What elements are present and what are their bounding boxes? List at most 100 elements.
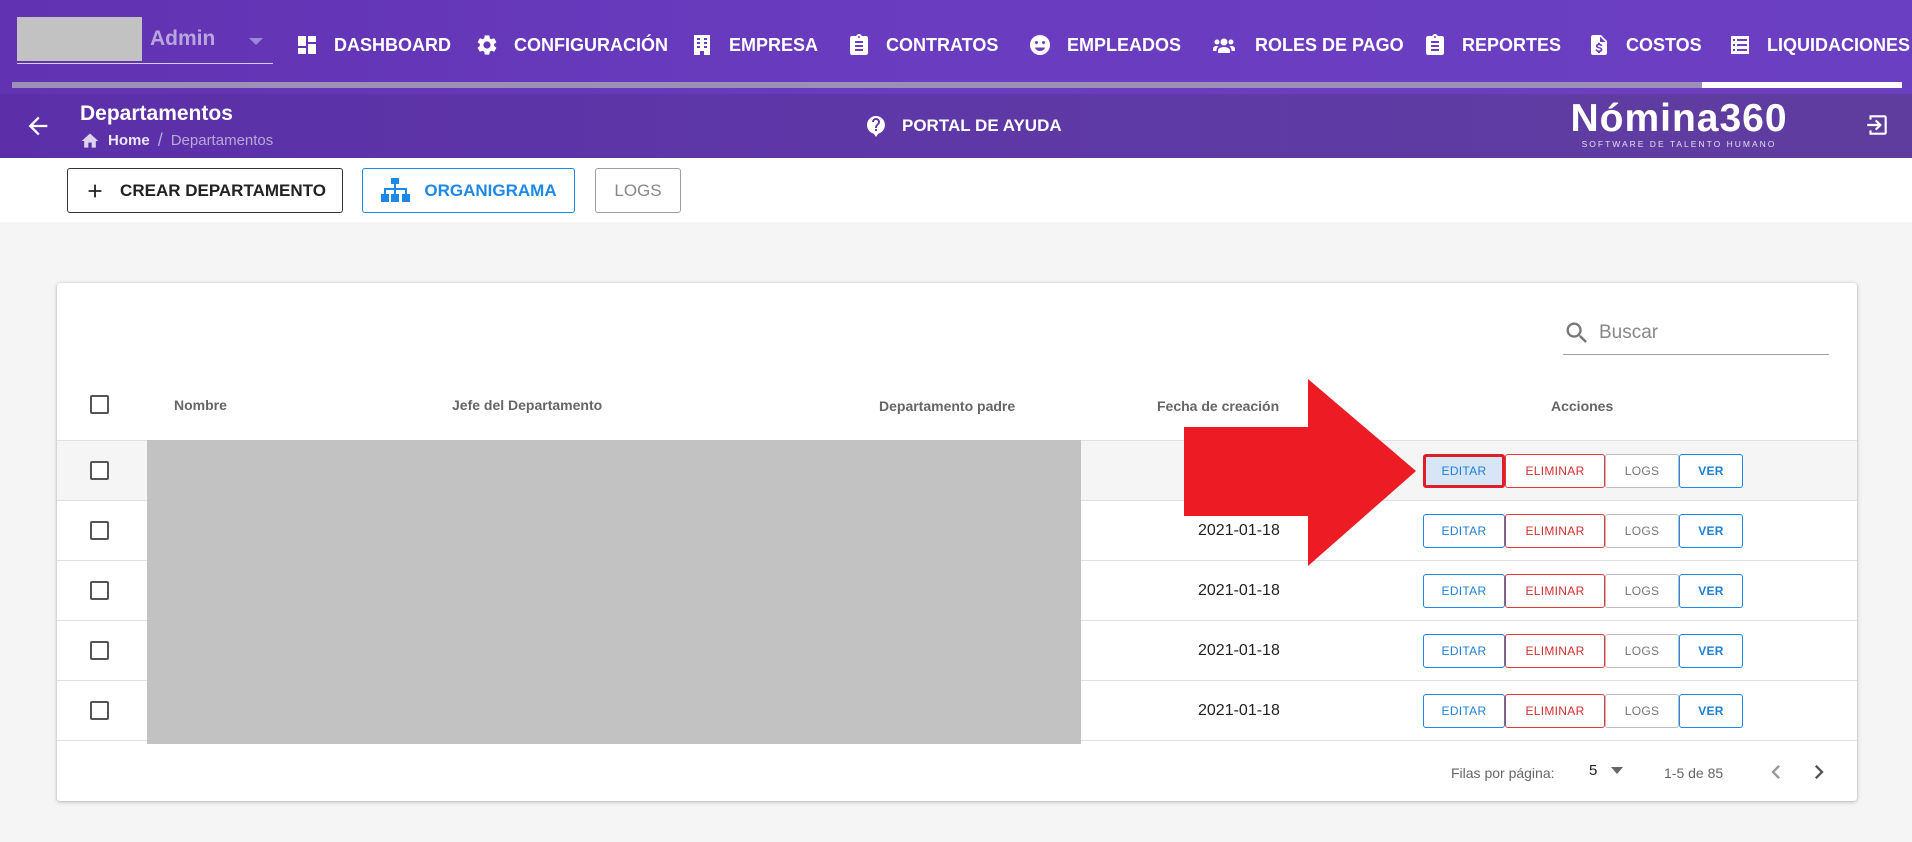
create-department-button[interactable]: CREAR DEPARTAMENTO bbox=[67, 168, 343, 213]
delete-button[interactable]: ELIMINAR bbox=[1505, 574, 1605, 608]
delete-button[interactable]: ELIMINAR bbox=[1505, 694, 1605, 728]
annotation-arrow-icon bbox=[1184, 379, 1416, 566]
chevron-down-icon bbox=[249, 38, 263, 45]
logs-button[interactable]: LOGS bbox=[1605, 574, 1679, 608]
nav-item-label: REPORTES bbox=[1462, 34, 1562, 55]
nav-item-label: CONTRATOS bbox=[886, 34, 999, 55]
view-button[interactable]: VER bbox=[1679, 454, 1743, 488]
delete-button[interactable]: ELIMINAR bbox=[1505, 514, 1605, 548]
progress-bar bbox=[12, 82, 1902, 88]
search-box bbox=[1563, 311, 1829, 355]
logs-button[interactable]: LOGS bbox=[1605, 634, 1679, 668]
edit-button[interactable]: EDITAR bbox=[1423, 514, 1505, 548]
nav-item-liquidaciones[interactable]: LIQUIDACIONES bbox=[1728, 26, 1910, 64]
delete-button[interactable]: ELIMINAR bbox=[1505, 634, 1605, 668]
next-page-button[interactable] bbox=[1805, 758, 1833, 786]
help-bubble-icon bbox=[867, 116, 885, 137]
create-department-label: CREAR DEPARTAMENTO bbox=[120, 180, 326, 200]
invoice-dollar-icon bbox=[1591, 35, 1607, 55]
pagination-range: 1-5 de 85 bbox=[1664, 765, 1724, 781]
nav-item-contratos[interactable]: CONTRATOS bbox=[847, 26, 998, 64]
page-header: Departamentos Home / Departamentos PORTA… bbox=[0, 94, 1912, 158]
nav-item-roles-de-pago[interactable]: ROLES DE PAGO bbox=[1208, 26, 1404, 64]
plus-icon bbox=[88, 184, 102, 197]
created-date: 2021-01-18 bbox=[1198, 702, 1280, 719]
view-button[interactable]: VER bbox=[1679, 694, 1743, 728]
progress-bar-fill bbox=[1702, 82, 1902, 88]
user-name: Admin bbox=[150, 27, 216, 50]
row-actions: EDITAR ELIMINAR LOGS VER bbox=[1423, 454, 1743, 488]
nav-item-empresa[interactable]: EMPRESA bbox=[690, 26, 818, 64]
view-button[interactable]: VER bbox=[1679, 514, 1743, 548]
column-header-parent[interactable]: Departamento padre bbox=[879, 398, 1015, 414]
action-toolbar: CREAR DEPARTAMENTO ORGANIGRAMA LOGS bbox=[0, 158, 1912, 222]
logout-icon bbox=[1867, 115, 1887, 135]
nav-item-label: CONFIGURACIÓN bbox=[514, 34, 668, 55]
column-header-boss[interactable]: Jefe del Departamento bbox=[452, 397, 602, 413]
row-actions: EDITAR ELIMINAR LOGS VER bbox=[1423, 514, 1743, 548]
arrow-left-icon bbox=[28, 116, 48, 136]
logs-button[interactable]: LOGS bbox=[1605, 454, 1679, 488]
org-chart-button[interactable]: ORGANIGRAMA bbox=[362, 168, 575, 213]
column-header-name[interactable]: Nombre bbox=[174, 397, 227, 413]
breadcrumb-home[interactable]: Home bbox=[108, 132, 150, 149]
logs-label: LOGS bbox=[614, 180, 662, 200]
delete-button[interactable]: ELIMINAR bbox=[1505, 454, 1605, 488]
row-checkbox[interactable] bbox=[90, 461, 109, 480]
view-button[interactable]: VER bbox=[1679, 574, 1743, 608]
nav-item-label: DASHBOARD bbox=[334, 34, 451, 55]
nav-item-empleados[interactable]: EMPLEADOS bbox=[1028, 26, 1181, 64]
select-all-checkbox[interactable] bbox=[90, 395, 109, 414]
nav-item-costos[interactable]: COSTOS bbox=[1587, 26, 1702, 64]
nav-item-configuracion[interactable]: CONFIGURACIÓN bbox=[475, 26, 668, 64]
view-button[interactable]: VER bbox=[1679, 634, 1743, 668]
edit-button[interactable]: EDITAR bbox=[1423, 454, 1505, 488]
logout-button[interactable] bbox=[1864, 112, 1892, 140]
list-icon bbox=[1731, 36, 1749, 54]
row-checkbox[interactable] bbox=[90, 701, 109, 720]
edit-button[interactable]: EDITAR bbox=[1423, 574, 1505, 608]
created-date: 2021-01-18 bbox=[1198, 582, 1280, 599]
chevron-right-icon bbox=[1815, 765, 1824, 779]
brand-logo: Nómina360 SOFTWARE DE TALENTO HUMANO bbox=[1566, 97, 1792, 150]
caret-down-icon bbox=[1611, 767, 1624, 774]
edit-button[interactable]: EDITAR bbox=[1423, 634, 1505, 668]
nav-item-label: ROLES DE PAGO bbox=[1255, 34, 1404, 55]
nav-item-label: COSTOS bbox=[1626, 34, 1702, 55]
departments-card: Nombre Jefe del Departamento Departament… bbox=[57, 283, 1857, 801]
help-portal-label: PORTAL DE AYUDA bbox=[902, 116, 1062, 135]
nav-item-dashboard[interactable]: DASHBOARD bbox=[295, 26, 451, 64]
user-selector[interactable]: Admin bbox=[17, 17, 273, 64]
rows-per-page-label: Filas por página: bbox=[1451, 765, 1555, 781]
row-actions: EDITAR ELIMINAR LOGS VER bbox=[1423, 694, 1743, 728]
top-navigation-bar: Admin DASHBOARD CONFIGURACIÓN EMPRESA CO… bbox=[0, 0, 1912, 94]
breadcrumb-separator: / bbox=[157, 130, 163, 150]
back-button[interactable] bbox=[24, 112, 52, 140]
annotation-arrow-shape bbox=[1184, 379, 1416, 566]
created-date: 2021-01-18 bbox=[1198, 642, 1280, 659]
redacted-area bbox=[147, 440, 1081, 744]
chevron-left-icon bbox=[1771, 765, 1780, 779]
building-icon bbox=[694, 35, 710, 55]
logs-button[interactable]: LOGS bbox=[1605, 514, 1679, 548]
clipboard-icon bbox=[850, 34, 868, 55]
search-icon bbox=[1566, 322, 1587, 343]
search-input[interactable] bbox=[1599, 321, 1799, 344]
brand-name: Nómina360 bbox=[1570, 97, 1788, 140]
logs-button[interactable]: LOGS bbox=[595, 168, 681, 213]
sitemap-icon bbox=[381, 177, 411, 202]
row-checkbox[interactable] bbox=[90, 641, 109, 660]
rows-per-page-select[interactable]: 5 bbox=[1589, 762, 1624, 779]
row-checkbox[interactable] bbox=[90, 521, 109, 540]
logs-button[interactable]: LOGS bbox=[1605, 694, 1679, 728]
help-portal-link[interactable]: PORTAL DE AYUDA bbox=[864, 114, 1062, 138]
previous-page-button[interactable] bbox=[1762, 758, 1790, 786]
nav-item-reportes[interactable]: REPORTES bbox=[1423, 26, 1561, 64]
column-header-actions: Acciones bbox=[1551, 398, 1614, 414]
edit-button[interactable]: EDITAR bbox=[1423, 694, 1505, 728]
gear-icon bbox=[477, 35, 497, 55]
face-icon bbox=[1030, 35, 1050, 55]
breadcrumb: Home / Departamentos bbox=[80, 130, 273, 151]
row-checkbox[interactable] bbox=[90, 581, 109, 600]
breadcrumb-current: Departamentos bbox=[170, 132, 274, 149]
